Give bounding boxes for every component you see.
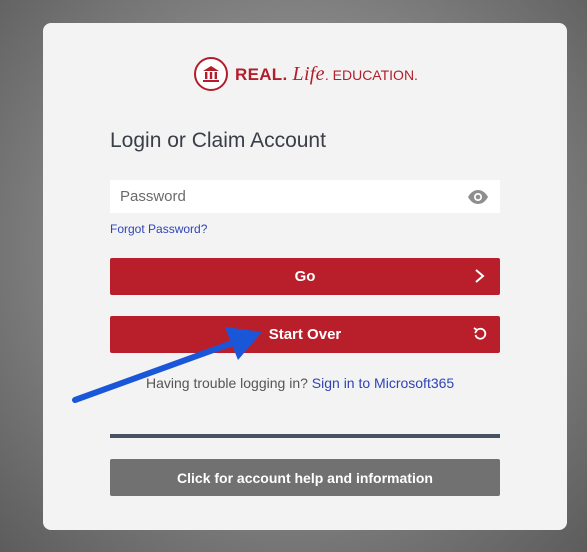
brand-life: Life bbox=[292, 62, 325, 85]
brand-real: REAL. bbox=[235, 64, 288, 84]
go-button-label: Go bbox=[294, 268, 316, 285]
brand-education: . EDUCATION. bbox=[324, 66, 418, 83]
forgot-password-link[interactable]: Forgot Password? bbox=[110, 222, 207, 236]
brand-logo: REAL. Life. EDUCATION. bbox=[194, 54, 418, 94]
account-help-button[interactable]: Click for account help and information bbox=[110, 459, 500, 496]
college-seal-icon bbox=[194, 57, 228, 91]
password-input[interactable] bbox=[110, 180, 500, 213]
trouble-label: Having trouble logging in? bbox=[146, 375, 308, 391]
refresh-icon bbox=[472, 326, 487, 342]
divider bbox=[110, 434, 500, 438]
brand-wordmark: REAL. Life. EDUCATION. bbox=[235, 63, 418, 86]
go-button[interactable]: Go bbox=[110, 258, 500, 295]
start-over-label: Start Over bbox=[268, 326, 342, 343]
microsoft365-link[interactable]: Sign in to Microsoft365 bbox=[312, 375, 454, 391]
page-title: Login or Claim Account bbox=[110, 129, 326, 152]
trouble-text: Having trouble logging in? Sign in to Mi… bbox=[146, 375, 454, 391]
start-over-button[interactable]: Start Over bbox=[110, 316, 500, 353]
eye-icon[interactable] bbox=[467, 189, 489, 205]
chevron-right-icon bbox=[472, 268, 486, 284]
